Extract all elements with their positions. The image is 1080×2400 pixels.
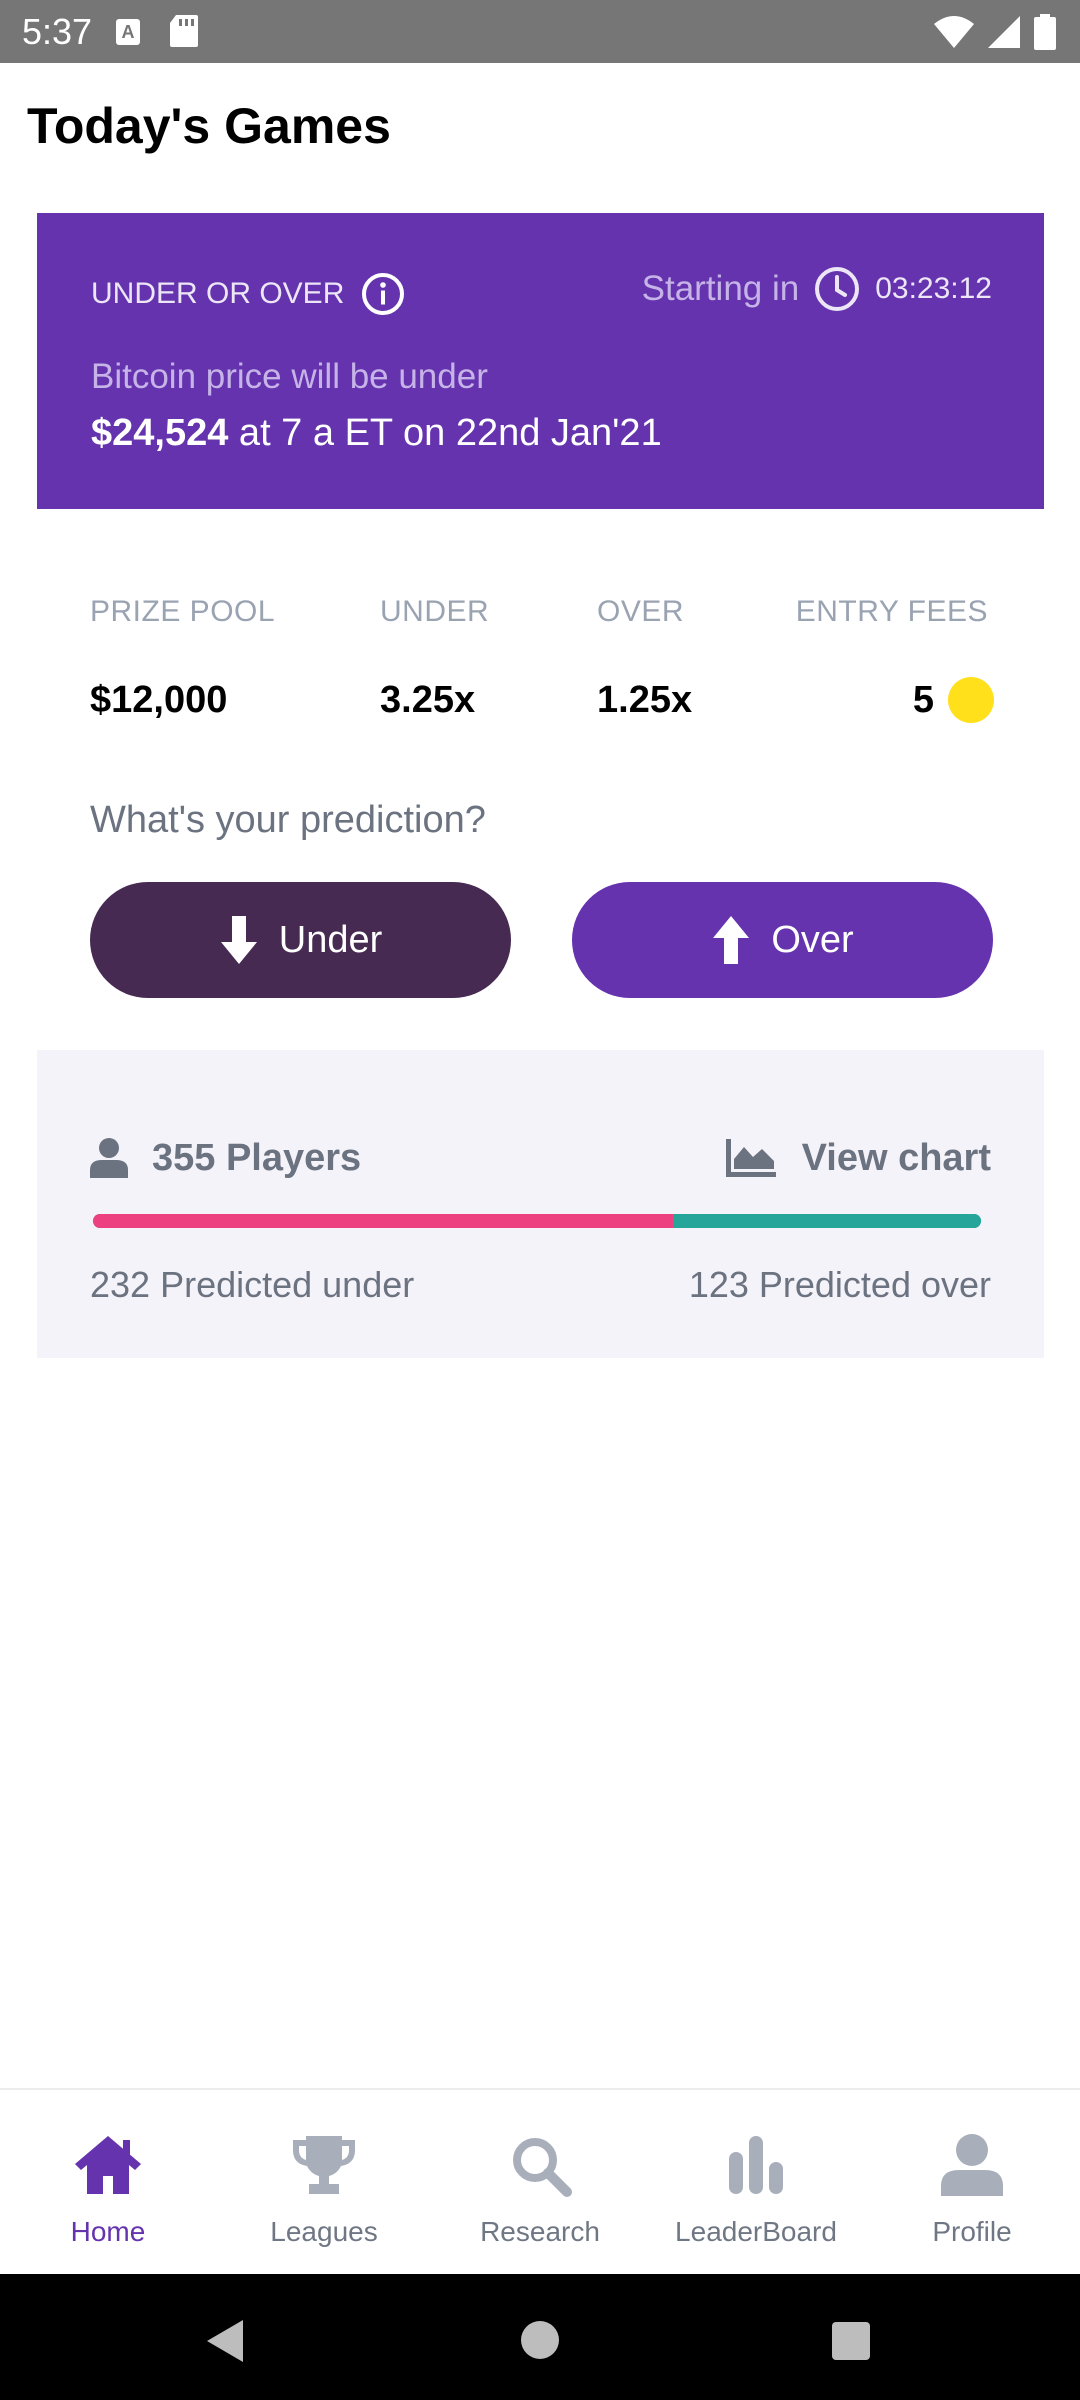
starting-label: Starting in — [641, 269, 800, 308]
over-multiplier-value: 1.25x — [597, 679, 693, 721]
countdown-value: 03:23:12 — [875, 272, 992, 305]
nav-label-leagues: Leagues — [270, 2216, 378, 2247]
coin-icon — [948, 677, 994, 723]
predict-under-button[interactable]: Under — [90, 882, 511, 998]
over-button-label: Over — [771, 918, 854, 961]
nav-item-leaderboard[interactable]: LeaderBoard — [648, 2090, 864, 2274]
status-time: 5:37 — [22, 11, 93, 52]
trophy-icon — [293, 2136, 355, 2194]
question-suffix: at 7 a ET on 22nd Jan'21 — [228, 412, 662, 454]
prize-pool-value: $12,000 — [90, 679, 228, 721]
predict-over-button[interactable]: Over — [572, 882, 993, 998]
sd-card-icon — [170, 15, 198, 47]
recent-apps-icon[interactable] — [832, 2322, 870, 2360]
status-bar: 5:37 A — [0, 0, 1080, 63]
arrow-down-icon — [220, 916, 257, 964]
battery-icon — [1034, 14, 1056, 50]
nav-label-home: Home — [70, 2216, 146, 2247]
stat-over-multiplier: OVER 1.25x — [597, 592, 692, 724]
status-icons — [934, 14, 1056, 50]
view-chart-label: View chart — [801, 1137, 991, 1179]
entry-fees-value: 5 — [912, 679, 934, 721]
stat-prize-pool: PRIZE POOL $12,000 — [90, 592, 275, 724]
over-share-bar — [673, 1214, 981, 1228]
entry-fees: 5 — [796, 676, 994, 724]
players-count: 355 Players — [90, 1134, 361, 1182]
search-icon — [513, 2138, 572, 2197]
info-icon[interactable] — [360, 271, 406, 317]
bottom-nav: Home Leagues Research LeaderBoard Profil… — [0, 2088, 1080, 2274]
area-chart-icon — [725, 1139, 776, 1177]
bar-chart-icon — [729, 2136, 783, 2194]
nav-item-profile[interactable]: Profile — [864, 2090, 1080, 2274]
stat-entry-fees: ENTRY FEES 5 — [795, 592, 994, 724]
nav-item-research[interactable]: Research — [432, 2090, 648, 2274]
over-multiplier-label: OVER — [597, 595, 685, 628]
question-line1: Bitcoin price will be under — [91, 357, 488, 396]
person-icon — [90, 1138, 128, 1178]
nav-label-leaderboard: LeaderBoard — [675, 2216, 837, 2247]
wifi-icon — [934, 16, 974, 48]
countdown-timer: Starting in 03:23:12 — [642, 265, 992, 313]
back-icon[interactable] — [205, 2318, 245, 2364]
view-chart-button[interactable]: View chart — [725, 1134, 991, 1182]
nav-item-home[interactable]: Home — [0, 2090, 216, 2274]
home-circle-icon[interactable] — [521, 2321, 559, 2359]
page-title: Today's Games — [27, 98, 391, 154]
arrow-up-icon — [713, 916, 750, 964]
prediction-prompt: What's your prediction? — [90, 799, 486, 841]
players-count-label: 355 Players — [152, 1137, 362, 1179]
predicted-under-text: 232 Predicted under — [90, 1264, 415, 1305]
person-icon — [941, 2134, 1003, 2196]
stat-under-multiplier: UNDER 3.25x — [380, 592, 489, 724]
clock-icon — [815, 267, 860, 311]
under-button-label: Under — [278, 918, 383, 961]
players-panel: 355 Players View chart 232 Predicted und… — [37, 1050, 1044, 1358]
entry-fees-label: ENTRY FEES — [795, 595, 988, 628]
under-share-bar — [93, 1214, 674, 1228]
game-card: UNDER OR OVER Starting in 03:23:12 Bitco… — [37, 213, 1044, 509]
prize-pool-label: PRIZE POOL — [90, 595, 276, 628]
nav-item-leagues[interactable]: Leagues — [216, 2090, 432, 2274]
under-multiplier-label: UNDER — [380, 595, 490, 628]
signal-icon — [988, 16, 1020, 48]
game-type-label: UNDER OR OVER — [91, 277, 345, 310]
game-type: UNDER OR OVER — [91, 271, 406, 317]
nav-label-research: Research — [480, 2216, 600, 2247]
under-multiplier-value: 3.25x — [380, 679, 476, 721]
predicted-over-text: 123 Predicted over — [688, 1264, 991, 1305]
nav-label-profile: Profile — [932, 2216, 1012, 2247]
a-notification-icon: A — [116, 19, 140, 45]
question-line2: $24,524 at 7 a ET on 22nd Jan'21 — [91, 409, 662, 457]
home-icon — [75, 2136, 141, 2194]
prediction-split-bar — [93, 1214, 981, 1228]
system-nav-bar — [0, 2274, 1080, 2400]
target-price: $24,524 — [91, 412, 229, 454]
